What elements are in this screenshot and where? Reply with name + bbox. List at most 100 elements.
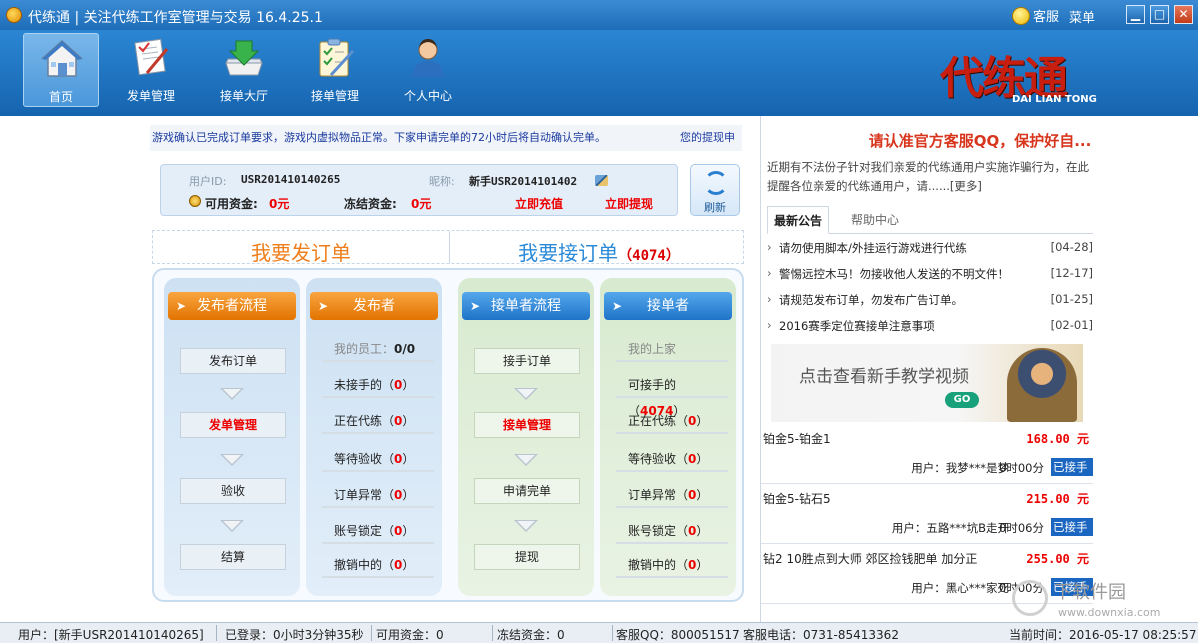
- order-item[interactable]: 铂金5-铂金1 168.00 元 用户：我梦***是梦 0时00分 已接手: [761, 424, 1093, 484]
- bullet-icon: ›: [767, 240, 772, 254]
- warning-text[interactable]: 近期有不法份子针对我们亲爱的代练通用户实施诈骗行为，在此提醒各位亲爱的代练通用户…: [767, 158, 1093, 196]
- publisher-flow-header: ➤ 发布者流程: [168, 292, 296, 320]
- publisher-row[interactable]: 撤销中的（0）: [322, 552, 434, 578]
- step-inspect[interactable]: 验收: [180, 478, 286, 504]
- row-label: 订单异常: [628, 488, 677, 502]
- bullet-icon: ›: [767, 292, 772, 306]
- toolbar-accept-manage[interactable]: 接单管理: [297, 33, 373, 107]
- toolbar-label: 发单管理: [126, 89, 175, 103]
- news-item[interactable]: › 2016赛季定位赛接单注意事项 [02-01]: [767, 312, 1093, 338]
- down-arrow-icon: [514, 388, 538, 402]
- watermark-logo-icon: [1012, 580, 1048, 616]
- acceptor-row[interactable]: 正在代练（0）: [616, 408, 728, 434]
- order-status-badge: 已接手: [1051, 458, 1093, 476]
- my-staff-value: 0/0: [394, 342, 416, 356]
- acceptor-row[interactable]: 订单异常（0）: [616, 482, 728, 508]
- accept-hall-icon: [225, 40, 263, 76]
- flow-panel: ➤ 发布者流程 发布订单 发单管理 验收 结算 ➤ 发布者 我的员工：0/0 未…: [152, 268, 744, 602]
- toolbar-user-center[interactable]: 个人中心: [390, 33, 466, 107]
- play-arrow-icon: ➤: [176, 299, 187, 313]
- acceptor-row[interactable]: 撤销中的（0）: [616, 552, 728, 578]
- title-bar: 代练通 | 关注代练工作室管理与交易 16.4.25.1 客服 菜单 ▁ □ ✕: [0, 0, 1198, 30]
- refresh-icon: [704, 171, 728, 195]
- accept-count: （4074）: [618, 248, 680, 264]
- news-text: 警惕远控木马！勿接收他人发送的不明文件！: [779, 267, 1009, 281]
- tab-latest-notice[interactable]: 最新公告: [767, 206, 830, 234]
- status-divider: [492, 625, 493, 641]
- status-bar: 用户：[新手USR201410140265] 已登录：0小时3分钟35秒 可用资…: [0, 622, 1198, 643]
- news-item[interactable]: › 请规范发布订单，勿发布广告订单。 [01-25]: [767, 286, 1093, 312]
- row-label: 等待验收: [628, 452, 677, 466]
- publisher-row[interactable]: 未接手的（0）: [322, 372, 434, 398]
- banner-text: 点击查看新手教学视频: [799, 367, 969, 387]
- acceptor-row[interactable]: 账号锁定（0）: [616, 518, 728, 544]
- step-withdraw[interactable]: 提现: [474, 544, 580, 570]
- step-apply-complete[interactable]: 申请完单: [474, 478, 580, 504]
- go-button[interactable]: GO: [945, 392, 979, 408]
- news-text: 2016赛季定位赛接单注意事项: [779, 319, 935, 333]
- refresh-label: 刷新: [704, 201, 726, 214]
- publisher-title: 发布者: [353, 298, 395, 314]
- row-label: 撤销中的: [628, 558, 677, 572]
- service-label: 客服: [1033, 10, 1060, 25]
- close-button[interactable]: ✕: [1174, 5, 1193, 24]
- news-item[interactable]: › 请勿使用脚本/外挂运行游戏进行代练 [04-28]: [767, 234, 1093, 260]
- tutorial-video-banner[interactable]: 点击查看新手教学视频 GO: [771, 344, 1083, 422]
- maximize-button[interactable]: □: [1150, 5, 1169, 24]
- order-title: 钻2 10胜点到大师 郊区捡钱肥单 加分正: [763, 552, 978, 566]
- service-button[interactable]: 客服: [1012, 6, 1059, 25]
- status-divider: [612, 625, 613, 641]
- publisher-row[interactable]: 订单异常（0）: [322, 482, 434, 508]
- order-item[interactable]: 铂金5-钻石5 215.00 元 用户：五路***坑B走开 0时06分 已接手: [761, 484, 1093, 544]
- step-accept-order[interactable]: 接手订单: [474, 348, 580, 374]
- toolbar-label: 首页: [48, 90, 73, 104]
- publisher-row[interactable]: 正在代练（0）: [322, 408, 434, 434]
- row-count: 0: [394, 452, 403, 466]
- row-label: 订单异常: [334, 488, 383, 502]
- tab-help-center[interactable]: 帮助中心: [845, 206, 905, 234]
- step-publish-manage[interactable]: 发单管理: [180, 412, 286, 438]
- toolbar-accept-hall[interactable]: 接单大厅: [206, 33, 282, 107]
- acceptor-row[interactable]: 等待验收（0）: [616, 446, 728, 472]
- edit-nickname-icon[interactable]: [595, 175, 608, 186]
- step-settle[interactable]: 结算: [180, 544, 286, 570]
- play-arrow-icon: ➤: [470, 299, 481, 313]
- bullet-icon: ›: [767, 266, 772, 280]
- publish-order-heading[interactable]: 我要发订单: [153, 237, 449, 266]
- row-label: 正在代练: [628, 414, 677, 428]
- minimize-button[interactable]: ▁: [1126, 5, 1145, 24]
- acceptor-row[interactable]: 可接手的（4074）: [616, 372, 728, 418]
- recharge-link[interactable]: 立即充值: [515, 195, 563, 212]
- status-divider: [216, 625, 217, 641]
- row-count: 0: [394, 524, 403, 538]
- publisher-row[interactable]: 账号锁定（0）: [322, 518, 434, 544]
- withdraw-link[interactable]: 立即提现: [605, 195, 653, 212]
- menu-button[interactable]: 菜单: [1069, 7, 1095, 26]
- step-accept-manage[interactable]: 接单管理: [474, 412, 580, 438]
- coin-icon: [189, 195, 201, 207]
- order-user: 用户：我梦***是梦: [911, 461, 1009, 475]
- news-item[interactable]: › 警惕远控木马！勿接收他人发送的不明文件！ [12-17]: [767, 260, 1093, 286]
- row-label: 账号锁定: [628, 524, 677, 538]
- toolbar-home[interactable]: 首页: [23, 33, 99, 107]
- row-label: 正在代练: [334, 414, 383, 428]
- status-user: 用户：[新手USR201410140265]: [18, 628, 204, 642]
- toolbar-publish-manage[interactable]: 发单管理: [113, 33, 189, 107]
- row-label: 未接手的: [334, 378, 383, 392]
- available-funds-value: 0元: [269, 197, 290, 211]
- accept-order-heading[interactable]: 我要接订单（4074）: [451, 237, 747, 266]
- news-date: [01-25]: [1050, 292, 1093, 306]
- notice-tabs: 最新公告 帮助中心: [767, 206, 1093, 234]
- acceptor-column: ➤ 接单者 我的上家 可接手的（4074） 正在代练（0） 等待验收（0） 订单…: [600, 278, 736, 596]
- user-id-value: USR201410140265: [241, 173, 341, 186]
- publisher-row[interactable]: 等待验收（0）: [322, 446, 434, 472]
- row-count: 0: [394, 378, 403, 392]
- order-status-badge: 已接手: [1051, 518, 1093, 536]
- row-count: 0: [688, 488, 697, 502]
- app-logo-icon: [6, 7, 22, 23]
- step-publish-order[interactable]: 发布订单: [180, 348, 286, 374]
- acceptor-flow-title: 接单者流程: [491, 298, 561, 314]
- refresh-button[interactable]: 刷新: [690, 164, 740, 216]
- notice-link[interactable]: 您的提现申: [680, 129, 735, 145]
- acceptor-flow-header: ➤ 接单者流程: [462, 292, 590, 320]
